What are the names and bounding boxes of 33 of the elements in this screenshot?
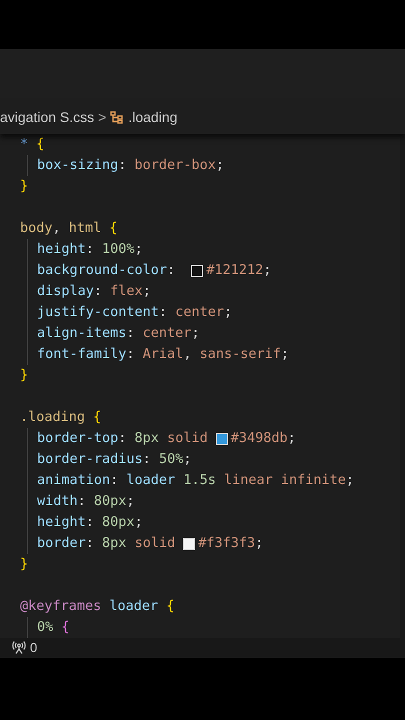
code-text: width: 80px; bbox=[37, 492, 135, 512]
code-text: border-top: 8px solid bbox=[37, 429, 208, 448]
code-text: align-items: center; bbox=[37, 324, 200, 344]
code-text: 0% { bbox=[37, 618, 70, 638]
symbol-icon bbox=[110, 110, 124, 124]
breadcrumb-symbol[interactable]: .loading bbox=[128, 109, 178, 126]
broadcast-icon[interactable] bbox=[12, 641, 26, 654]
code-text: border: 8px solid bbox=[37, 534, 176, 554]
code-text: #121212; bbox=[206, 261, 272, 280]
code-text: animation: loader 1.5s linear infinite; bbox=[37, 471, 354, 490]
code-text: font-family: Arial, sans-serif; bbox=[37, 345, 289, 364]
code-text: border-radius: 50%; bbox=[37, 450, 192, 470]
code-text: .loading { bbox=[20, 408, 102, 428]
color-swatch[interactable] bbox=[191, 264, 204, 277]
color-swatch[interactable] bbox=[216, 432, 228, 445]
code-text: background-color: bbox=[37, 261, 176, 280]
color-swatch[interactable] bbox=[183, 538, 196, 550]
breadcrumb-separator: > bbox=[98, 109, 106, 126]
code-text: #f3f3f3; bbox=[198, 534, 264, 554]
code-text: } bbox=[20, 555, 28, 574]
code-text: @keyframes loader { bbox=[20, 597, 174, 616]
code-text: * { bbox=[20, 135, 44, 154]
code-text: #3498db; bbox=[230, 429, 296, 448]
code-text: box-sizing: border-box; bbox=[37, 156, 224, 176]
code-text: } bbox=[20, 366, 28, 386]
code-text: display: flex; bbox=[37, 282, 151, 302]
breadcrumb-file[interactable]: avigation S.css bbox=[0, 109, 94, 126]
code-text: body, html { bbox=[20, 219, 118, 238]
ports-count[interactable]: 0 bbox=[30, 640, 38, 656]
code-text: height: 100%; bbox=[37, 240, 143, 260]
code-text: height: 80px; bbox=[37, 513, 143, 532]
code-text: } bbox=[20, 177, 28, 196]
code-text: justify-content: center; bbox=[37, 303, 232, 322]
